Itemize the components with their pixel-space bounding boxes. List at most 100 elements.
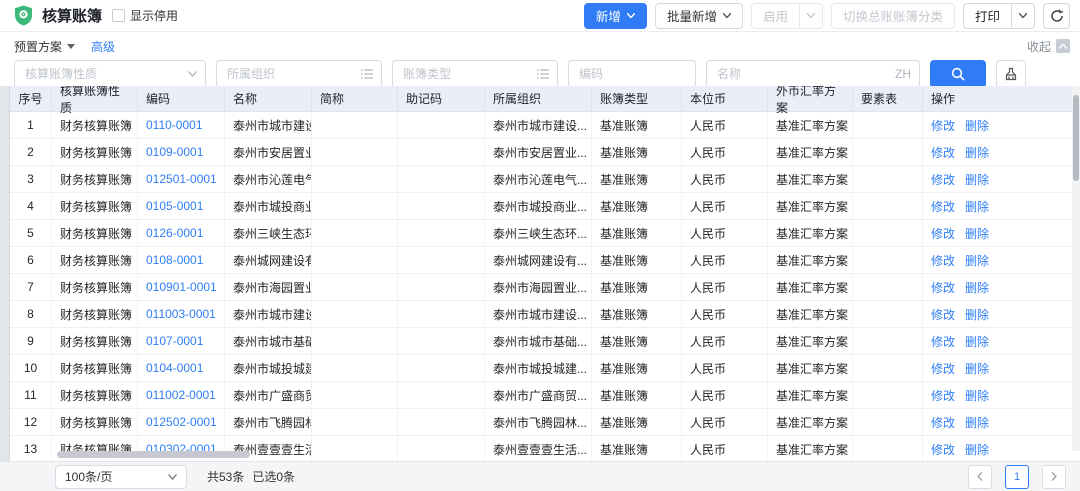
code-link[interactable]: 0126-0001 [146,226,203,240]
table-row[interactable]: 6 财务核算账簿 0108-0001 泰州城网建设有... 泰州城网建设有...… [10,247,1072,274]
row-mnemonic [398,436,485,461]
edit-link[interactable]: 修改 [931,252,955,269]
refresh-button[interactable] [1043,3,1070,29]
prev-page-button[interactable] [968,465,992,489]
edit-link[interactable]: 修改 [931,144,955,161]
print-dropdown-button[interactable] [1011,4,1034,28]
code-link[interactable]: 010901-0001 [146,280,217,294]
switch-ledger-category-button[interactable]: 切换总账账簿分类 [831,3,955,29]
book-nature-select[interactable] [14,60,206,88]
row-nature: 财务核算账簿 [52,166,138,192]
edit-link[interactable]: 修改 [931,306,955,323]
table-row[interactable]: 9 财务核算账簿 0107-0001 泰州市城市基础... 泰州市城市基础...… [10,328,1072,355]
print-button[interactable]: 打印 [964,4,1011,28]
row-actions: 修改 删除 [923,382,1072,408]
search-button[interactable] [930,60,986,88]
code-field[interactable] [568,60,696,88]
book-type-field[interactable] [392,60,558,88]
edit-link[interactable]: 修改 [931,225,955,242]
code-link[interactable]: 0107-0001 [146,334,203,348]
delete-link[interactable]: 删除 [965,387,989,404]
row-actions: 修改 删除 [923,436,1072,461]
preset-scheme-dropdown[interactable]: 预置方案 [14,38,75,55]
row-element-table [853,220,923,246]
row-book-type: 基准账簿 [592,220,682,246]
table-row[interactable]: 3 财务核算账簿 012501-0001 泰州市沁莲电气... 泰州市沁莲电气.… [10,166,1072,193]
delete-link[interactable]: 删除 [965,279,989,296]
owning-org-input[interactable] [217,61,381,87]
row-nature: 财务核算账簿 [52,112,138,138]
batch-add-button[interactable]: 批量新增 [655,3,743,29]
total-count-label: 共53条 [207,468,244,485]
current-page-button[interactable]: 1 [1005,465,1029,489]
delete-link[interactable]: 删除 [965,441,989,458]
horizontal-scrollbar-thumb[interactable] [57,451,250,458]
edit-link[interactable]: 修改 [931,387,955,404]
enable-dropdown-button[interactable] [799,4,822,28]
row-seq: 9 [10,328,52,354]
edit-link[interactable]: 修改 [931,360,955,377]
edit-link[interactable]: 修改 [931,198,955,215]
delete-link[interactable]: 删除 [965,360,989,377]
row-book-type: 基准账簿 [592,436,682,461]
code-link[interactable]: 0105-0001 [146,199,203,213]
delete-link[interactable]: 删除 [965,171,989,188]
advanced-filter-link[interactable]: 高级 [91,38,115,55]
code-link[interactable]: 012502-0001 [146,415,217,429]
clear-filter-button[interactable] [996,60,1026,88]
book-type-input[interactable] [393,61,557,87]
table-row[interactable]: 2 财务核算账簿 0109-0001 泰州市安居置业... 泰州市安居置业...… [10,139,1072,166]
shield-badge-icon [14,5,33,26]
add-button[interactable]: 新增 [584,3,647,29]
row-base-currency: 人民币 [682,328,768,354]
delete-link[interactable]: 删除 [965,144,989,161]
table-row[interactable]: 10 财务核算账簿 0104-0001 泰州市城投城建... 泰州市城投城建..… [10,355,1072,382]
edit-link[interactable]: 修改 [931,117,955,134]
table-row[interactable]: 12 财务核算账簿 012502-0001 泰州市飞腾园林... 泰州市飞腾园林… [10,409,1072,436]
code-link[interactable]: 011002-0001 [146,388,216,402]
show-disabled-checkbox[interactable]: 显示停用 [112,7,178,24]
name-input[interactable] [707,61,919,87]
edit-link[interactable]: 修改 [931,414,955,431]
enable-button[interactable]: 启用 [752,4,799,28]
checkbox-icon[interactable] [112,9,125,22]
code-link[interactable]: 0110-0001 [146,118,203,132]
code-input[interactable] [569,61,695,87]
row-name: 泰州市广盛商贸... [225,382,312,408]
code-link[interactable]: 0104-0001 [146,361,203,375]
row-base-currency: 人民币 [682,220,768,246]
edit-link[interactable]: 修改 [931,441,955,458]
delete-link[interactable]: 删除 [965,306,989,323]
row-book-type: 基准账簿 [592,409,682,435]
table-row[interactable]: 8 财务核算账簿 011003-0001 泰州市城市建设... 泰州市城市建设.… [10,301,1072,328]
next-page-button[interactable] [1042,465,1066,489]
code-link[interactable]: 012501-0001 [146,172,217,186]
table-row[interactable]: 1 财务核算账簿 0110-0001 泰州市城市建设... 泰州市城市建设...… [10,112,1072,139]
edit-link[interactable]: 修改 [931,333,955,350]
owning-org-field[interactable] [216,60,382,88]
edit-link[interactable]: 修改 [931,279,955,296]
code-link[interactable]: 0109-0001 [146,145,203,159]
table-row[interactable]: 7 财务核算账簿 010901-0001 泰州市海园置业... 泰州市海园置业.… [10,274,1072,301]
code-link[interactable]: 0108-0001 [146,253,203,267]
table-row[interactable]: 11 财务核算账簿 011002-0001 泰州市广盛商贸... 泰州市广盛商贸… [10,382,1072,409]
delete-link[interactable]: 删除 [965,117,989,134]
delete-link[interactable]: 删除 [965,414,989,431]
table-row[interactable]: 4 财务核算账簿 0105-0001 泰州市城投商业... 泰州市城投商业...… [10,193,1072,220]
list-select-icon[interactable] [537,69,549,79]
collapse-filter-toggle[interactable]: 收起 [1027,38,1070,55]
book-nature-input[interactable] [15,61,205,87]
vertical-scrollbar[interactable] [1072,86,1080,451]
list-select-icon[interactable] [361,69,373,79]
delete-link[interactable]: 删除 [965,225,989,242]
delete-link[interactable]: 删除 [965,333,989,350]
name-field[interactable]: ZH [706,60,920,88]
delete-link[interactable]: 删除 [965,198,989,215]
delete-link[interactable]: 删除 [965,252,989,269]
code-link[interactable]: 011003-0001 [146,307,216,321]
page-size-select[interactable]: 100条/页 [55,465,187,489]
table-row[interactable]: 5 财务核算账簿 0126-0001 泰州三峡生态环... 泰州三峡生态环...… [10,220,1072,247]
row-element-table [853,166,923,192]
vertical-scrollbar-thumb[interactable] [1073,95,1079,181]
edit-link[interactable]: 修改 [931,171,955,188]
